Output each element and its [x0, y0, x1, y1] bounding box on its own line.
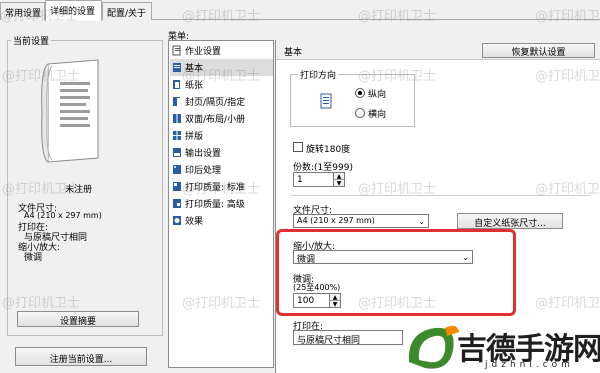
orientation-landscape-radio[interactable]: [355, 108, 365, 118]
finishing-icon: [173, 165, 181, 174]
job-settings-icon: [172, 45, 181, 56]
imposition-icon: [173, 131, 181, 140]
registration-status: 未注册: [65, 185, 93, 195]
output-settings-icon: [173, 148, 181, 157]
divider: [290, 195, 590, 196]
basic-icon: [173, 63, 181, 72]
effects-icon: [173, 216, 181, 225]
content-title: 基本: [284, 48, 303, 58]
custom-paper-size-button[interactable]: 自定义纸张尺寸...: [457, 213, 563, 229]
rotate-180-checkbox[interactable]: [293, 142, 303, 152]
menu-item-quality-standard[interactable]: 打印质量: 标准: [170, 178, 273, 195]
quality-advanced-icon: [173, 199, 181, 208]
menu-item-basic[interactable]: 基本: [170, 59, 273, 76]
tab-bar: 常用设置 详细的设置 配置/关于: [0, 0, 600, 21]
register-current-settings-button[interactable]: 注册当前设置...: [15, 347, 147, 366]
brand-url: jdzhnl.com: [485, 360, 574, 370]
menu-item-paper[interactable]: 纸张: [170, 76, 273, 93]
summary-paper-size-value: A4 (210 x 297 mm): [24, 211, 102, 220]
orientation-group: [290, 74, 415, 127]
orientation-title: 打印方向: [298, 68, 339, 81]
menu-item-duplex-layout[interactable]: 双面/布局/小册: [170, 110, 273, 127]
orientation-portrait-radio[interactable]: [355, 88, 365, 98]
brand-logo: 吉德手游网 jdzhnl.com: [405, 322, 600, 373]
current-settings-title: 当前设置: [11, 34, 52, 47]
portrait-icon: [320, 93, 332, 109]
cover-insert-icon: [173, 97, 180, 106]
paper-size-select[interactable]: A4 (210 x 297 mm) ⌄: [293, 214, 429, 228]
copies-input[interactable]: 1: [293, 172, 335, 187]
menu-item-quality-advanced[interactable]: 打印质量: 高级: [170, 195, 273, 212]
print-on-select[interactable]: 与原稿尺寸相同: [293, 330, 403, 346]
tab-config-about[interactable]: 配置/关于: [102, 2, 152, 20]
duplex-layout-icon: [173, 114, 181, 123]
menu-item-job-settings[interactable]: 作业设置: [170, 42, 273, 59]
menu-item-cover-insert[interactable]: 封页/隔页/指定: [170, 93, 273, 110]
menu-item-imposition[interactable]: 拼版: [170, 127, 273, 144]
summary-scale-value: 微调: [24, 253, 43, 263]
highlight-box: [276, 229, 516, 316]
rotate-180-label: 旋转180度: [306, 145, 351, 155]
settings-summary-button[interactable]: 设置摘要: [17, 311, 139, 327]
paper-icon: [173, 80, 180, 89]
document-preview-icon: [41, 59, 99, 163]
menu-item-finishing[interactable]: 印后处理: [170, 161, 273, 178]
chevron-down-icon: ⌄: [418, 217, 425, 226]
orientation-portrait-label: 纵向: [368, 90, 387, 100]
menu-item-effects[interactable]: 效果: [170, 212, 273, 229]
tab-common-settings[interactable]: 常用设置: [0, 2, 45, 20]
restore-defaults-button[interactable]: 恢复默认设置: [482, 43, 595, 58]
orientation-landscape-label: 横向: [368, 110, 387, 120]
tab-detailed-settings[interactable]: 详细的设置: [45, 0, 102, 21]
settings-menu: 作业设置 基本 纸张 封页/隔页/指定 双面/布局/小册 拼版 输出设置 印后处…: [168, 40, 274, 368]
quality-standard-icon: [173, 182, 181, 191]
menu-item-output-settings[interactable]: 输出设置: [170, 144, 273, 161]
copies-stepper[interactable]: ▲ ▼: [333, 172, 345, 187]
